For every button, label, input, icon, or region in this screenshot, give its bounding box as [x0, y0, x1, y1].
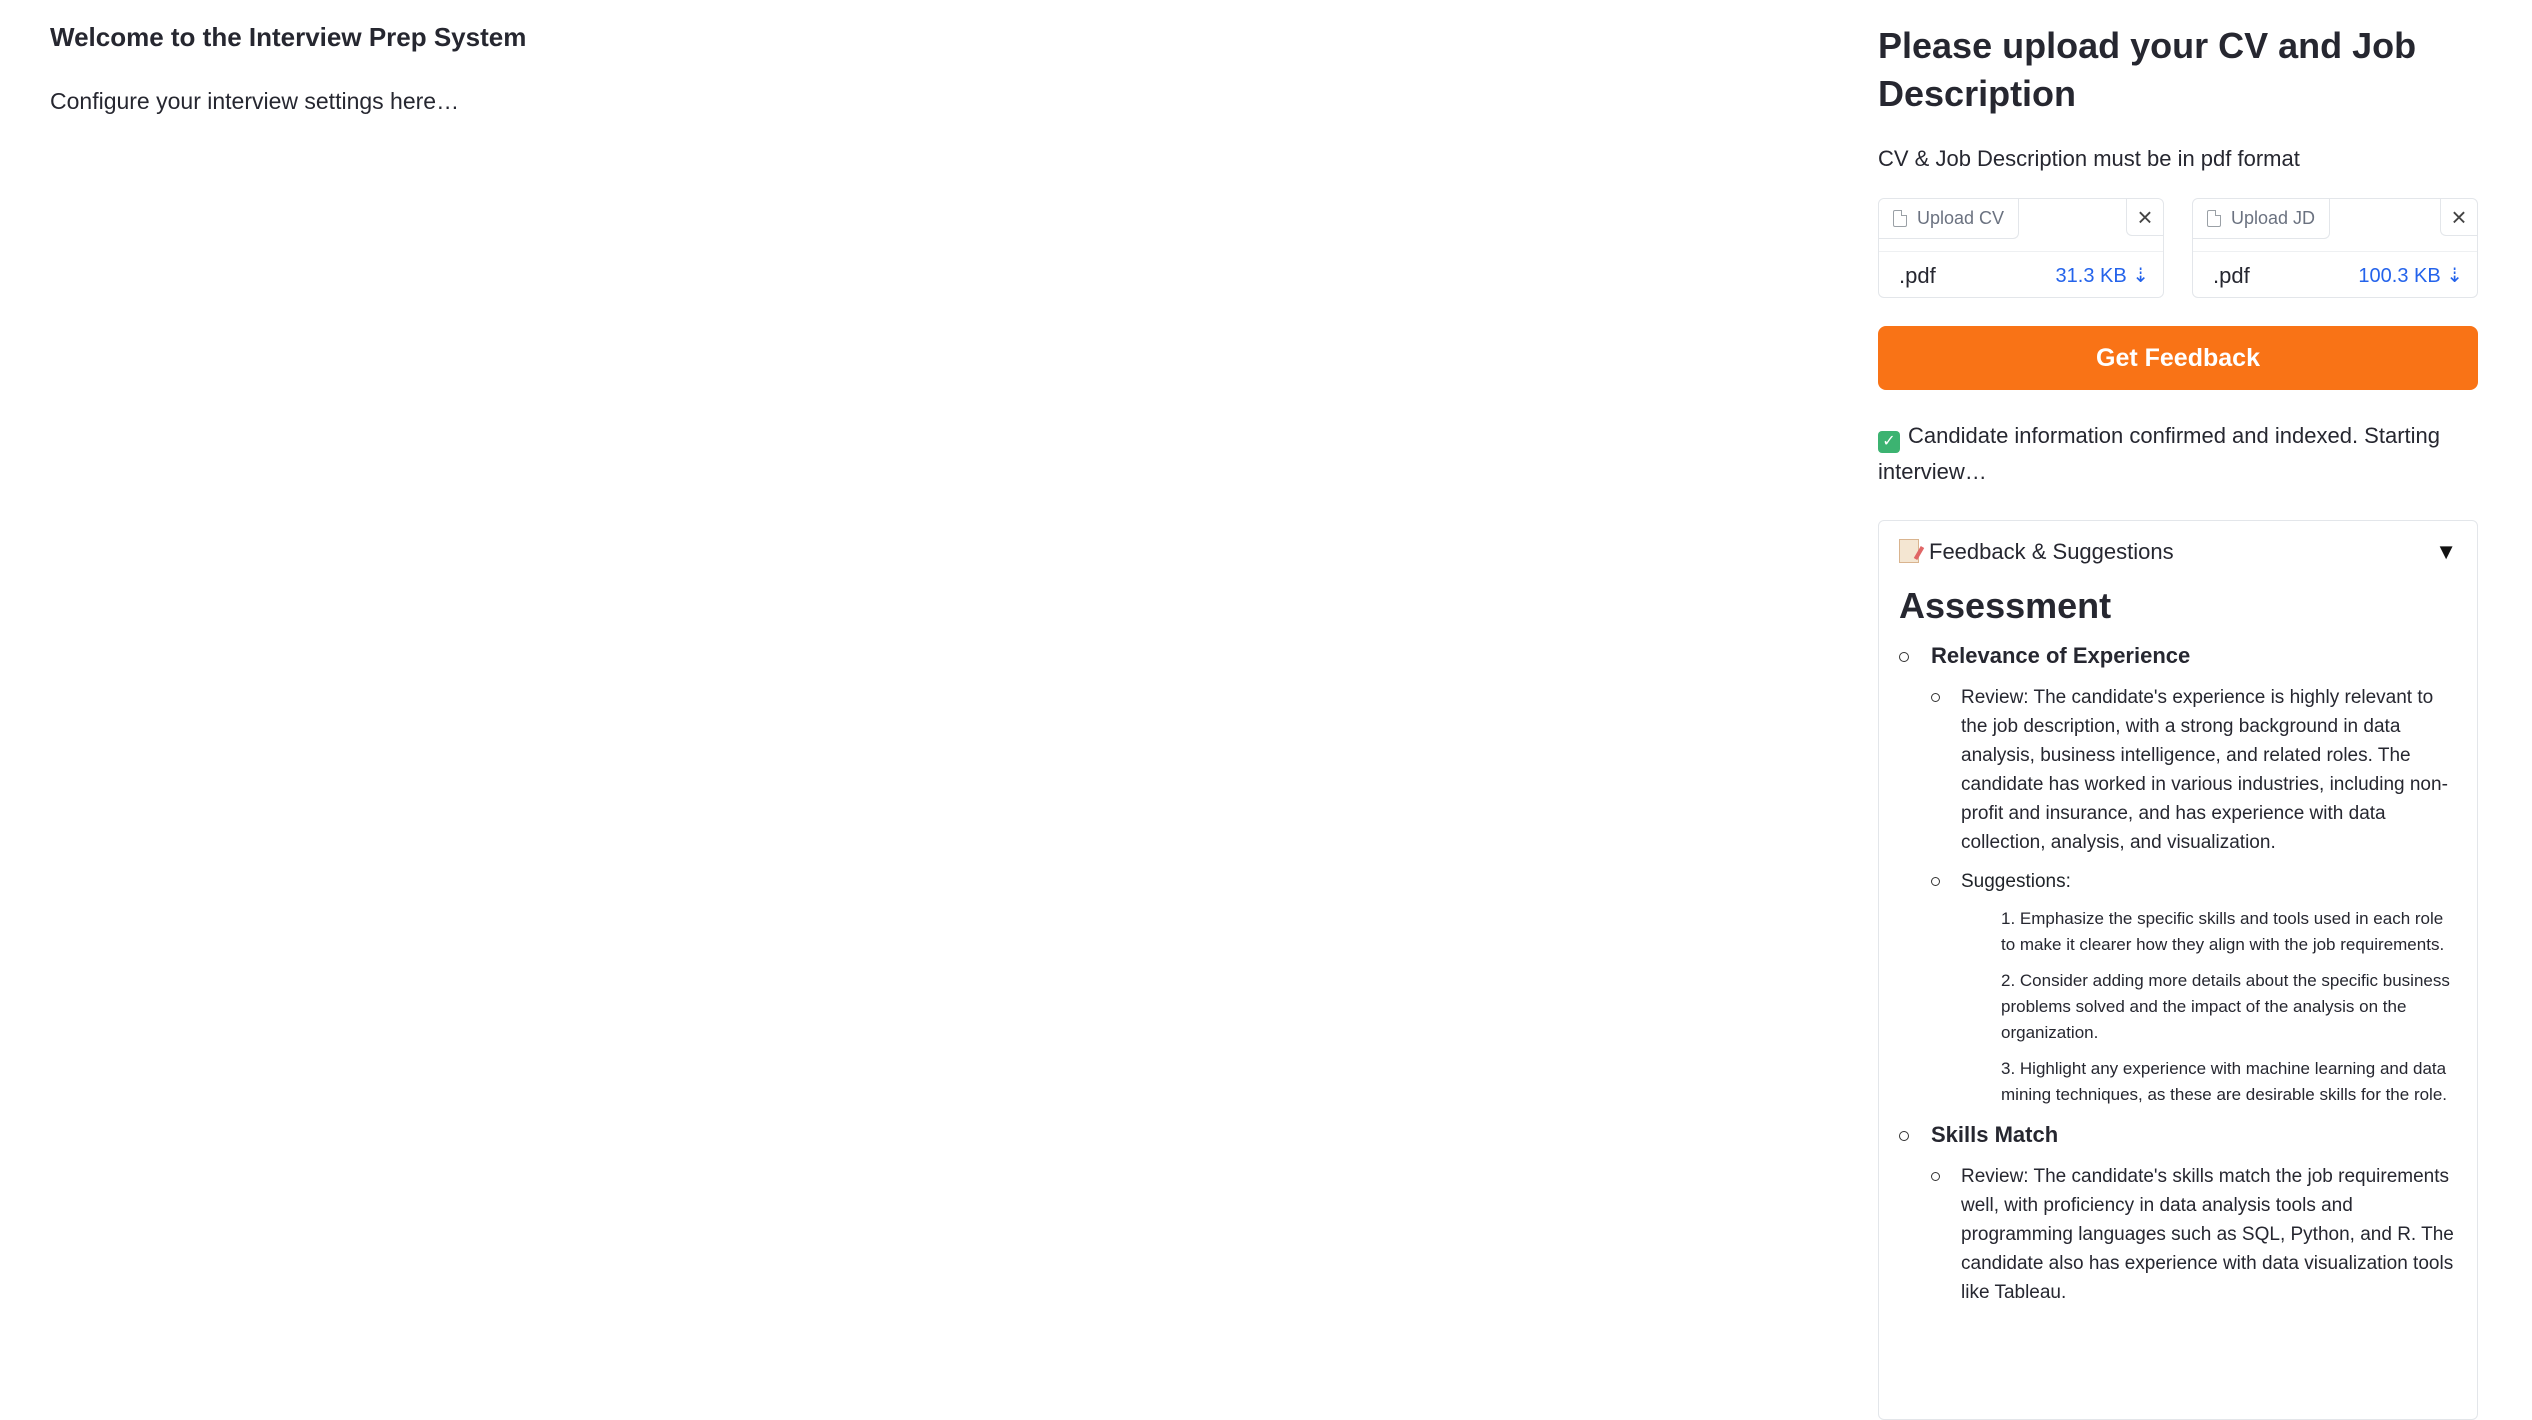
- feedback-accordion: Feedback & Suggestions ▼ Assessment Rele…: [1878, 520, 2478, 1420]
- bullet: [1899, 1131, 1909, 1141]
- upload-cv-label: Upload CV: [1917, 208, 2005, 228]
- format-note: CV & Job Description must be in pdf form…: [1878, 146, 2300, 171]
- upload-jd-label: Upload JD: [2231, 208, 2316, 228]
- suggestions-label: Suggestions:: [1961, 871, 2071, 892]
- suggestions-list: 1. Emphasize the specific skills and too…: [1961, 906, 2457, 1108]
- accordion-label: Feedback & Suggestions: [1929, 539, 2174, 564]
- suggestions-item: Suggestions: 1. Emphasize the specific s…: [1931, 867, 2457, 1108]
- suggestion-item: 1. Emphasize the specific skills and too…: [2001, 909, 2445, 954]
- jd-download-link[interactable]: 100.3 KB ⇣: [2358, 263, 2463, 288]
- left-title: Welcome to the Interview Prep System: [50, 22, 527, 52]
- cv-file-row: .pdf 31.3 KB ⇣: [1879, 251, 2163, 299]
- jd-file-name: .pdf: [2213, 262, 2250, 288]
- cv-file-name: .pdf: [1899, 262, 1936, 288]
- cv-download-link[interactable]: 31.3 KB ⇣: [2056, 263, 2149, 288]
- list-item: Relevance of Experience Review: The cand…: [1899, 643, 2457, 1108]
- status-text: Candidate information confirmed and inde…: [1878, 423, 2440, 484]
- checkmark-icon: ✓: [1878, 431, 1900, 453]
- review-text: Review: The candidate's experience is hi…: [1961, 687, 2448, 853]
- upload-panel: Please upload your CV and Job Descriptio…: [1878, 22, 2478, 1420]
- upload-cv-tab: Upload CV: [1879, 199, 2020, 239]
- review-text: Review: The candidate's skills match the…: [1961, 1166, 2454, 1303]
- remove-jd-button[interactable]: ×: [2440, 199, 2477, 236]
- bullet: [1931, 1172, 1940, 1181]
- panel-title: Please upload your CV and Job Descriptio…: [1878, 25, 2417, 114]
- upload-row: Upload CV × .pdf 31.3 KB ⇣ Upload JD × .…: [1878, 198, 2478, 298]
- section-title: Relevance of Experience: [1931, 643, 2191, 668]
- jd-file-row: .pdf 100.3 KB ⇣: [2193, 251, 2477, 299]
- assessment-heading: Assessment: [1899, 585, 2112, 626]
- memo-icon: [1899, 539, 1919, 563]
- status-message: ✓ Candidate information confirmed and ind…: [1878, 418, 2478, 490]
- bullet: [1931, 693, 1940, 702]
- suggestion-item: 3. Highlight any experience with machine…: [2001, 1059, 2448, 1104]
- review-item: Review: The candidate's experience is hi…: [1931, 683, 2457, 857]
- list-item: Skills Match Review: The candidate's ski…: [1899, 1122, 2457, 1307]
- review-item: Review: The candidate's skills match the…: [1931, 1162, 2457, 1307]
- bullet: [1931, 877, 1940, 886]
- get-feedback-button[interactable]: Get Feedback: [1878, 326, 2478, 390]
- remove-cv-button[interactable]: ×: [2126, 199, 2163, 236]
- file-icon: [2207, 210, 2221, 227]
- close-icon: ×: [2451, 201, 2467, 232]
- caret-down-icon[interactable]: ▼: [2435, 539, 2457, 565]
- close-icon: ×: [2137, 201, 2153, 232]
- bullet: [1899, 652, 1909, 662]
- left-subtitle: Configure your interview settings here…: [50, 88, 460, 114]
- upload-jd-tab: Upload JD: [2193, 199, 2331, 239]
- accordion-header[interactable]: Feedback & Suggestions ▼: [1899, 539, 2457, 565]
- suggestion-item: 2. Consider adding more details about th…: [2001, 971, 2450, 1042]
- assessment-list: Relevance of Experience Review: The cand…: [1899, 643, 2457, 1307]
- upload-cv-card[interactable]: Upload CV × .pdf 31.3 KB ⇣: [1878, 198, 2164, 298]
- file-icon: [1893, 210, 1907, 227]
- upload-jd-card[interactable]: Upload JD × .pdf 100.3 KB ⇣: [2192, 198, 2478, 298]
- section-title: Skills Match: [1931, 1122, 2059, 1147]
